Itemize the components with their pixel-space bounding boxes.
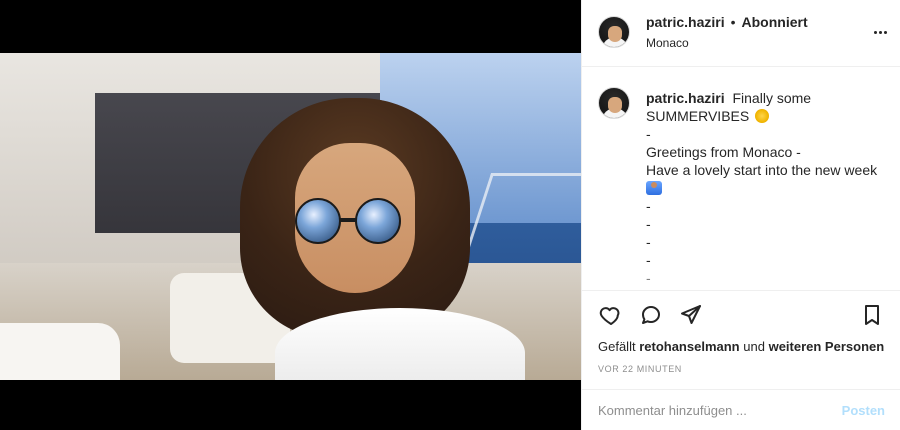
likes-user[interactable]: retohanselmann (639, 339, 739, 354)
header-text: patric.haziri • Abonniert Monaco (646, 14, 856, 50)
caption-line-9: - (646, 234, 651, 250)
more-options-icon[interactable] (870, 22, 890, 42)
likes-text: Gefällt retohanselmann und weiteren Pers… (598, 339, 885, 354)
instagram-post-modal: patric.haziri • Abonniert Monaco patric.… (0, 0, 900, 430)
author-username[interactable]: patric.haziri (646, 14, 725, 30)
more-dot (878, 30, 882, 34)
post-header: patric.haziri • Abonniert Monaco (582, 0, 900, 67)
post-side-panel: patric.haziri • Abonniert Monaco patric.… (581, 0, 900, 430)
likes-suffix[interactable]: weiteren Personen (769, 339, 885, 354)
share-icon[interactable] (678, 302, 704, 328)
caption-text: Finally some (732, 90, 812, 106)
caption-fade (582, 272, 900, 290)
post-actions: Gefällt retohanselmann und weiteren Pers… (582, 290, 900, 380)
caption-text: SUMMERVIBES (646, 108, 750, 124)
post-comment-button[interactable]: Posten (842, 403, 885, 418)
author-avatar[interactable] (598, 16, 630, 48)
caption-line-7: - (646, 198, 651, 214)
post-photo[interactable] (0, 53, 581, 380)
caption-line-1: patric.haziri Finally some (646, 89, 886, 107)
likes-middle: und (743, 339, 765, 354)
comment-icon[interactable] (638, 302, 664, 328)
comment-input[interactable] (598, 402, 842, 418)
sunglasses (295, 198, 425, 244)
caption-line-5: Have a lovely start into the new week (646, 162, 878, 178)
caption-line-8: - (646, 216, 651, 232)
actions-row (598, 301, 885, 329)
table (0, 323, 120, 380)
header-line: patric.haziri • Abonniert (646, 14, 856, 30)
caption-area: patric.haziri Finally some SUMMERVIBES -… (582, 67, 900, 290)
person-emoji-icon (646, 181, 662, 195)
caption-line-2: SUMMERVIBES (646, 107, 886, 125)
header-separator-dot: • (730, 14, 736, 30)
sunglasses-lens-left (295, 198, 341, 244)
caption-line-6 (646, 179, 886, 197)
add-comment-bar: Posten (582, 389, 900, 430)
caption-line-10: - (646, 252, 651, 268)
sun-emoji-icon (755, 109, 770, 123)
person-selfie (240, 88, 525, 380)
bookmark-icon[interactable] (859, 302, 885, 328)
more-dot (883, 30, 887, 34)
post-location[interactable]: Monaco (646, 36, 856, 50)
sunglasses-lens-right (355, 198, 401, 244)
likes-prefix: Gefällt (598, 339, 636, 354)
more-dot (873, 30, 877, 34)
post-media (0, 0, 581, 430)
caption-line-3: - (646, 126, 651, 142)
caption-author-username[interactable]: patric.haziri (646, 90, 725, 106)
heart-icon[interactable] (598, 302, 624, 328)
post-timestamp: VOR 22 MINUTEN (598, 364, 682, 374)
follow-status[interactable]: Abonniert (742, 14, 808, 30)
caption-body: patric.haziri Finally some SUMMERVIBES -… (646, 89, 886, 287)
caption-line-4: Greetings from Monaco - (646, 144, 801, 160)
caption-author-avatar[interactable] (598, 87, 630, 119)
